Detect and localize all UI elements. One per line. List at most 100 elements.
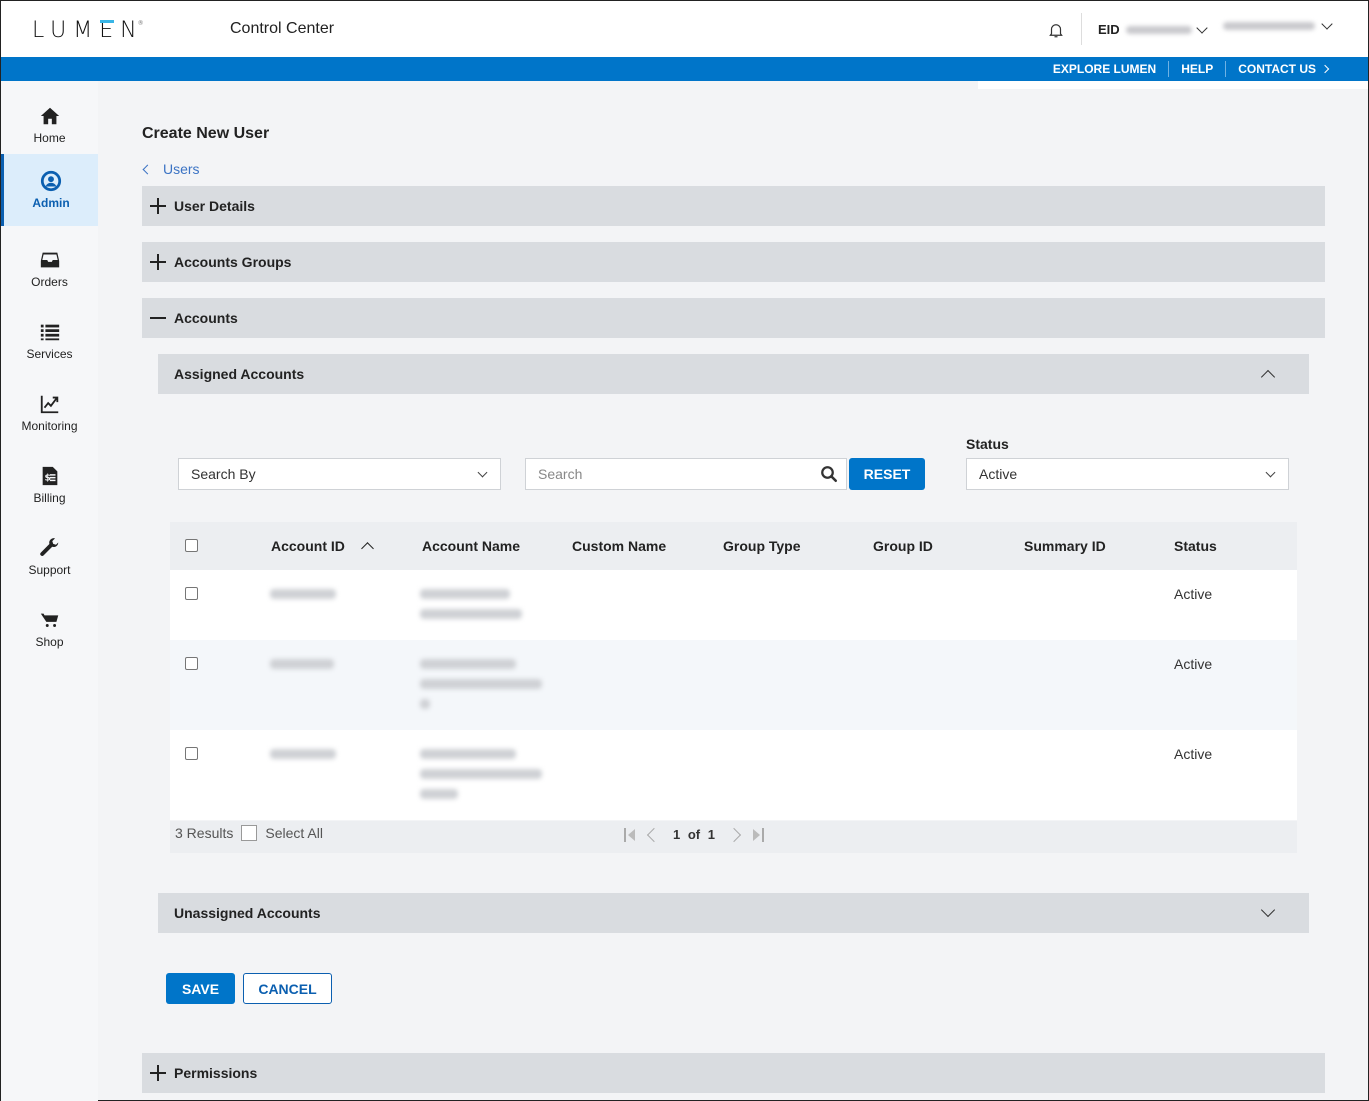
sidebar-item-billing[interactable]: $ Billing	[1, 449, 98, 521]
chart-line-icon	[40, 395, 58, 414]
status-select[interactable]: Active	[966, 458, 1289, 490]
account-id-cell-redacted	[270, 589, 338, 609]
status-select-value: Active	[979, 466, 1018, 482]
chevron-left-icon	[142, 164, 153, 174]
svg-text:$: $	[44, 473, 50, 484]
permissions-section-toggle[interactable]: Permissions	[142, 1053, 1325, 1093]
chevron-up-icon	[1260, 369, 1276, 385]
explore-lumen-label: EXPLORE LUMEN	[1052, 62, 1157, 76]
contact-us-label: CONTACT US	[1238, 62, 1316, 76]
column-header-group-type[interactable]: Group Type	[723, 538, 801, 554]
chevron-down-icon	[477, 467, 488, 477]
page-total: 1	[707, 827, 715, 842]
sidebar-item-admin[interactable]: Admin	[1, 154, 98, 226]
utility-nav-bar: EXPLORE LUMEN HELP CONTACT US	[1, 57, 1368, 81]
list-icon	[40, 324, 59, 341]
last-page-icon[interactable]	[753, 827, 764, 842]
search-by-value: Search By	[191, 466, 256, 482]
account-id-cell-redacted	[270, 659, 338, 679]
sidebar-item-services[interactable]: Services	[1, 305, 98, 377]
sidebar-item-shop[interactable]: Shop	[1, 593, 98, 665]
account-name-cell-redacted	[420, 589, 525, 629]
search-by-select[interactable]: Search By	[178, 458, 501, 490]
table-row: Active	[170, 640, 1297, 730]
column-header-account-id[interactable]: Account ID	[271, 538, 374, 555]
column-header-status[interactable]: Status	[1174, 538, 1217, 554]
account-name-cell-redacted	[420, 659, 545, 719]
chevron-down-icon	[1321, 18, 1333, 30]
user-details-section-toggle[interactable]: User Details	[142, 186, 1325, 226]
account-id-cell-redacted	[270, 749, 338, 769]
contact-us-link[interactable]: CONTACT US	[1226, 62, 1340, 76]
help-label: HELP	[1181, 62, 1214, 76]
column-header-account-name[interactable]: Account Name	[422, 538, 520, 554]
column-header-group-id[interactable]: Group ID	[873, 538, 933, 554]
unassigned-accounts-toggle[interactable]: Unassigned Accounts	[158, 893, 1309, 933]
sidebar-item-home[interactable]: Home	[1, 89, 98, 161]
previous-page-icon[interactable]	[646, 827, 662, 842]
chevron-right-icon	[1320, 64, 1330, 74]
next-page-icon[interactable]	[726, 827, 742, 842]
explore-lumen-link[interactable]: EXPLORE LUMEN	[1041, 62, 1168, 76]
account-name-cell-redacted	[420, 749, 545, 809]
reset-button[interactable]: RESET	[849, 458, 925, 490]
page-indicator: 1 of 1	[673, 827, 715, 842]
select-all-label[interactable]: Select All	[265, 825, 323, 841]
subsection-title: Assigned Accounts	[174, 366, 305, 382]
sidebar-item-support[interactable]: Support	[1, 521, 98, 593]
assigned-accounts-table: Account ID Account Name Custom Name Grou…	[170, 522, 1297, 820]
subsection-title: Unassigned Accounts	[174, 905, 321, 921]
status-cell: Active	[1174, 586, 1213, 602]
page-title: Create New User	[142, 125, 270, 142]
assigned-accounts-toggle[interactable]: Assigned Accounts	[158, 354, 1309, 394]
row-select-checkbox[interactable]	[185, 587, 198, 600]
sidebar-item-label: Home	[33, 131, 66, 145]
table-footer: 3 Results Select All 1 of 1	[170, 821, 1297, 853]
sidebar-item-orders[interactable]: Orders	[1, 233, 98, 305]
table-row: Active	[170, 570, 1297, 640]
sidebar-item-label: Services	[26, 347, 73, 361]
header-divider	[1081, 13, 1082, 45]
page-current: 1	[673, 827, 681, 842]
save-button[interactable]: SAVE	[166, 973, 235, 1004]
plus-icon	[150, 198, 166, 214]
help-link[interactable]: HELP	[1169, 62, 1225, 76]
table-row: Active	[170, 730, 1297, 820]
accounts-groups-section-toggle[interactable]: Accounts Groups	[142, 242, 1325, 282]
sidebar-item-label: Admin	[32, 196, 70, 210]
section-title: Accounts Groups	[174, 254, 292, 270]
notification-bell-icon[interactable]	[1047, 20, 1065, 40]
column-header-summary-id[interactable]: Summary ID	[1024, 538, 1106, 554]
section-title: Permissions	[174, 1065, 258, 1081]
row-select-checkbox[interactable]	[185, 657, 198, 670]
header-select-checkbox[interactable]	[185, 539, 198, 552]
eid-value-redacted	[1125, 25, 1192, 34]
section-title: User Details	[174, 198, 255, 214]
select-all-checkbox[interactable]	[241, 825, 258, 841]
plus-icon	[150, 1065, 166, 1081]
back-to-users-link[interactable]: Users	[142, 161, 200, 177]
row-select-checkbox[interactable]	[185, 747, 198, 760]
plus-icon	[150, 254, 166, 270]
column-header-custom-name[interactable]: Custom Name	[572, 538, 666, 554]
lumen-logo[interactable]: LUMEN®	[32, 18, 150, 43]
search-icon[interactable]	[820, 465, 838, 483]
search-field	[525, 458, 847, 490]
status-cell: Active	[1174, 746, 1213, 762]
search-input[interactable]	[538, 466, 820, 482]
back-link-label: Users	[163, 161, 200, 177]
sidebar-nav: Home Admin Orders Services Monitoring $ …	[1, 81, 98, 1101]
page-of: of	[687, 827, 701, 842]
accounts-section-toggle[interactable]: Accounts	[142, 298, 1325, 338]
app-title: Control Center	[230, 20, 335, 37]
user-circle-icon	[40, 170, 62, 192]
results-count: 3 Results	[175, 825, 234, 841]
cancel-button[interactable]: CANCEL	[243, 973, 332, 1004]
user-menu[interactable]	[1223, 18, 1333, 30]
sort-ascending-icon[interactable]	[361, 542, 374, 555]
eid-label: EID	[1098, 22, 1120, 37]
sidebar-item-monitoring[interactable]: Monitoring	[1, 377, 98, 449]
first-page-icon[interactable]	[624, 827, 635, 842]
table-header-row: Account ID Account Name Custom Name Grou…	[170, 522, 1297, 570]
eid-selector[interactable]: EID	[1098, 21, 1208, 37]
